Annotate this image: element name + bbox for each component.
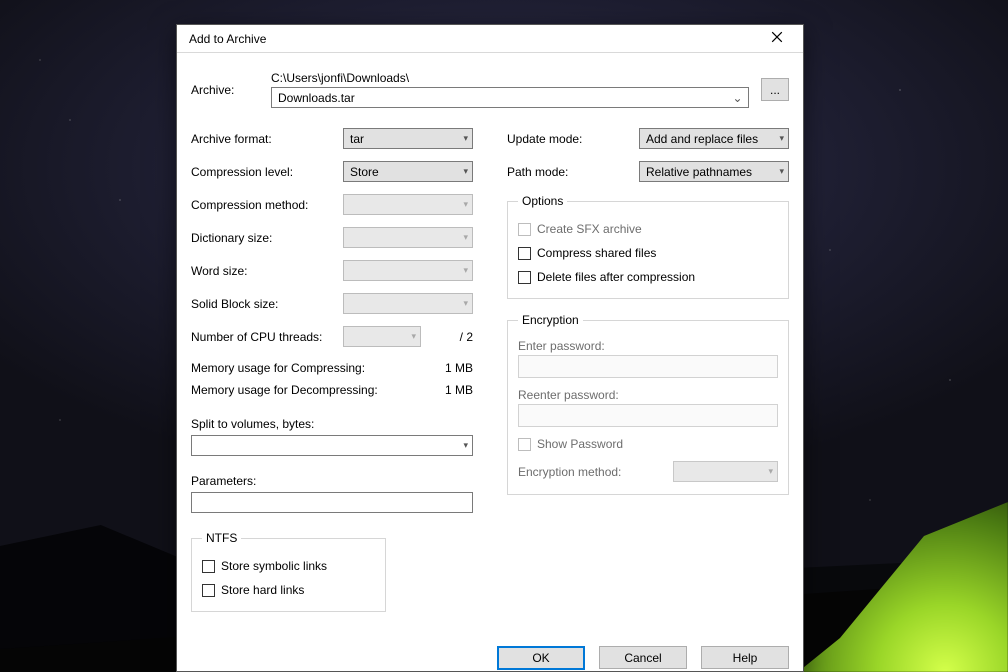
browse-button[interactable]: ... [761, 78, 789, 101]
delete-after-checkbox[interactable]: Delete files after compression [518, 270, 778, 284]
encryption-method-label: Encryption method: [518, 465, 665, 479]
ntfs-legend: NTFS [202, 531, 241, 545]
ntfs-group: NTFS Store symbolic links Store hard lin… [191, 531, 386, 612]
mem-decompress-label: Memory usage for Decompressing: [191, 383, 413, 397]
path-mode-label: Path mode: [507, 165, 639, 179]
solid-block-size-select: ▾ [343, 293, 473, 314]
encryption-method-select: ▾ [673, 461, 778, 482]
chevron-down-icon: ▾ [463, 133, 468, 144]
store-symlinks-checkbox[interactable]: Store symbolic links [202, 559, 375, 573]
checkbox-icon [518, 247, 531, 260]
dictionary-size-label: Dictionary size: [191, 231, 343, 245]
compression-method-label: Compression method: [191, 198, 343, 212]
archive-format-select[interactable]: tar▾ [343, 128, 473, 149]
archive-filename-value: Downloads.tar [278, 91, 729, 105]
two-columns: Archive format: tar▾ Compression level: … [191, 128, 789, 626]
archive-format-label: Archive format: [191, 132, 343, 146]
mem-compress-value: 1 MB [413, 361, 473, 375]
encryption-group: Encryption Enter password: Reenter passw… [507, 313, 789, 495]
compress-shared-checkbox[interactable]: Compress shared files [518, 246, 778, 260]
compression-method-select[interactable]: ▾ [343, 194, 473, 215]
path-mode-select[interactable]: Relative pathnames▾ [639, 161, 789, 182]
checkbox-icon [202, 560, 215, 573]
split-volumes-combo[interactable]: ▾ [191, 435, 473, 456]
cancel-button[interactable]: Cancel [599, 646, 687, 669]
titlebar: Add to Archive [177, 25, 803, 53]
archive-label: Archive: [191, 83, 259, 97]
chevron-down-icon: ▾ [463, 298, 468, 309]
reenter-password-input[interactable] [518, 404, 778, 427]
chevron-down-icon: ⌄ [729, 91, 746, 105]
archive-path: C:\Users\jonfi\Downloads\ [271, 71, 749, 85]
checkbox-icon [518, 438, 531, 451]
ok-button[interactable]: OK [497, 646, 585, 670]
chevron-down-icon: ▾ [463, 232, 468, 243]
compression-level-select[interactable]: Store▾ [343, 161, 473, 182]
add-to-archive-dialog: Add to Archive Archive: C:\Users\jonfi\D… [176, 24, 804, 672]
mem-decompress-value: 1 MB [413, 383, 473, 397]
close-icon [771, 31, 783, 43]
reenter-password-label: Reenter password: [518, 388, 778, 402]
word-size-label: Word size: [191, 264, 343, 278]
chevron-down-icon: ▾ [463, 166, 468, 177]
desktop-wallpaper: Add to Archive Archive: C:\Users\jonfi\D… [0, 0, 1008, 672]
left-column: Archive format: tar▾ Compression level: … [191, 128, 473, 626]
chevron-down-icon: ▾ [768, 466, 773, 477]
parameters-input[interactable] [191, 492, 473, 513]
threads-total: / 2 [431, 330, 473, 344]
checkbox-icon [518, 223, 531, 236]
solid-block-size-label: Solid Block size: [191, 297, 343, 311]
dictionary-size-select[interactable]: ▾ [343, 227, 473, 248]
threads-select[interactable]: ▾ [343, 326, 421, 347]
enter-password-label: Enter password: [518, 339, 778, 353]
mem-compress-label: Memory usage for Compressing: [191, 361, 413, 375]
chevron-down-icon: ▾ [779, 166, 784, 177]
encryption-legend: Encryption [518, 313, 583, 327]
parameters-label: Parameters: [191, 474, 473, 488]
chevron-down-icon: ▾ [779, 133, 784, 144]
show-password-checkbox: Show Password [518, 437, 778, 451]
chevron-down-icon: ▾ [463, 440, 468, 451]
background-hill [0, 442, 1008, 672]
right-column: Update mode: Add and replace files▾ Path… [507, 128, 789, 626]
browse-label: ... [770, 83, 780, 97]
archive-filename-combo[interactable]: Downloads.tar ⌄ [271, 87, 749, 108]
dialog-content: Archive: C:\Users\jonfi\Downloads\ Downl… [177, 53, 803, 636]
archive-row: Archive: C:\Users\jonfi\Downloads\ Downl… [191, 71, 789, 108]
update-mode-label: Update mode: [507, 132, 639, 146]
update-mode-select[interactable]: Add and replace files▾ [639, 128, 789, 149]
chevron-down-icon: ▾ [463, 265, 468, 276]
threads-label: Number of CPU threads: [191, 330, 343, 344]
split-label: Split to volumes, bytes: [191, 417, 473, 431]
chevron-down-icon: ▾ [463, 199, 468, 210]
store-hardlinks-checkbox[interactable]: Store hard links [202, 583, 375, 597]
create-sfx-checkbox: Create SFX archive [518, 222, 778, 236]
background-hill [0, 462, 1008, 672]
word-size-select[interactable]: ▾ [343, 260, 473, 281]
close-button[interactable] [759, 31, 795, 46]
background-hill [0, 482, 1008, 672]
window-title: Add to Archive [189, 32, 759, 46]
chevron-down-icon: ▾ [411, 331, 416, 342]
checkbox-icon [518, 271, 531, 284]
background-tent [798, 502, 1008, 672]
enter-password-input[interactable] [518, 355, 778, 378]
options-group: Options Create SFX archive Compress shar… [507, 194, 789, 299]
checkbox-icon [202, 584, 215, 597]
compression-level-label: Compression level: [191, 165, 343, 179]
button-row: OK Cancel Help [177, 636, 803, 672]
options-legend: Options [518, 194, 567, 208]
help-button[interactable]: Help [701, 646, 789, 669]
